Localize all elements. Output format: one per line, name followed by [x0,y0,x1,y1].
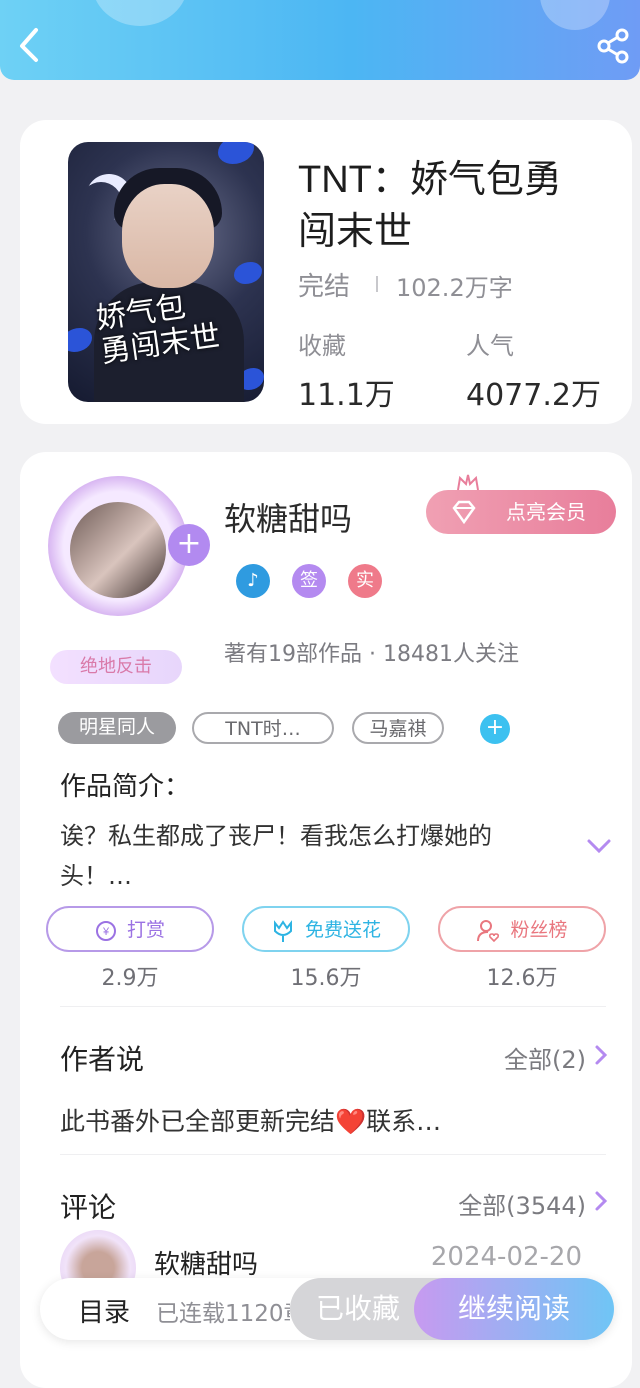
author-stats: 著有19部作品 · 18481人关注 [224,642,519,667]
tulip-icon [273,919,292,942]
avatar [70,502,166,598]
comment-date: 2024-02-20 [430,1242,582,1272]
divider [60,1154,606,1155]
comments-all-link[interactable]: 全部(3544) [458,1186,586,1221]
yen-coin-icon: ¥ [95,920,116,941]
tip-button[interactable]: ¥ 打赏 [46,906,214,952]
chevron-left-icon [20,28,38,62]
favorites-label: 收藏 [298,332,346,360]
back-button[interactable] [14,24,46,64]
author-says-title: 作者说 [60,1043,145,1076]
fan-title-badge: 绝地反击 [50,650,182,684]
divider [60,1006,606,1007]
divider [376,276,378,292]
petal-decor [218,142,254,164]
fan-count: 12.6万 [486,966,558,991]
author-says-text[interactable]: 此书番外已全部更新完结❤️联系… [60,1102,441,1138]
favorites-value: 11.1万 [298,378,395,413]
medal-icon: ♪ [236,564,270,598]
share-button[interactable] [596,28,632,64]
chevron-right-icon[interactable] [594,1190,608,1212]
toc-button[interactable]: 目录 [78,1292,130,1329]
send-flower-label: 免费送花 [304,919,381,941]
author-avatar-frame[interactable]: + [48,476,210,616]
follow-author-button[interactable]: + [168,524,210,566]
comments-title: 评论 [60,1191,117,1224]
popularity-label: 人气 [466,332,514,360]
svg-text:¥: ¥ [102,926,110,938]
tag-0[interactable]: 明星同人 [58,712,176,744]
bottom-action-bar: 目录 已连载1120章 已收藏 继续阅读 [40,1278,614,1340]
tip-label: 打赏 [126,919,165,941]
cover-figure-face [122,184,214,288]
book-cover[interactable]: 娇气包 勇闯末世 [68,142,264,402]
book-info-card: 娇气包 勇闯末世 TNT：娇气包勇闯末世 完结 102.2万字 收藏 人气 11… [20,120,632,424]
chapter-progress: 已连载1120章 [156,1301,290,1327]
add-tag-button[interactable]: + [480,714,510,744]
chevron-right-icon[interactable] [594,1044,608,1066]
intro-label: 作品简介： [60,772,191,802]
petal-decor [68,328,92,352]
book-title: TNT：娇气包勇闯末世 [298,159,562,253]
fan-ranking-label: 粉丝榜 [510,919,568,941]
fan-user-icon [477,919,500,942]
tag-1[interactable]: TNT时… [192,712,334,744]
decor-bubble [540,0,610,30]
book-detail-card: + 绝地反击 软糖甜吗 点亮会员 ♪ 签 实 著有19部作品 · 18481人关… [20,452,632,1388]
signed-badge: 签 [292,564,326,598]
continue-reading-button[interactable]: 继续阅读 [414,1278,614,1340]
fan-ranking-button[interactable]: 粉丝榜 [438,906,606,952]
petal-decor [234,262,262,284]
author-says-all-link[interactable]: 全部(2) [504,1040,586,1075]
tag-2[interactable]: 马嘉祺 [352,712,444,744]
share-icon [597,28,629,64]
popularity-value: 4077.2万 [466,378,601,413]
verified-badge: 实 [348,564,382,598]
chevron-down-icon[interactable] [586,838,612,854]
tip-count: 2.9万 [101,966,159,991]
word-count: 102.2万字 [396,274,513,302]
book-status: 完结 [298,272,351,302]
top-bar [0,0,640,80]
send-flower-button[interactable]: 免费送花 [242,906,410,952]
gem-icon [452,500,476,524]
crown-icon [457,474,479,491]
author-name[interactable]: 软糖甜吗 [224,494,352,540]
intro-text: 诶？私生都成了丧尸！看我怎么打爆她的头！… [60,822,492,890]
flower-count: 15.6万 [290,966,362,991]
comment-author-name: 软糖甜吗 [154,1250,259,1280]
decor-bubble [92,0,188,26]
